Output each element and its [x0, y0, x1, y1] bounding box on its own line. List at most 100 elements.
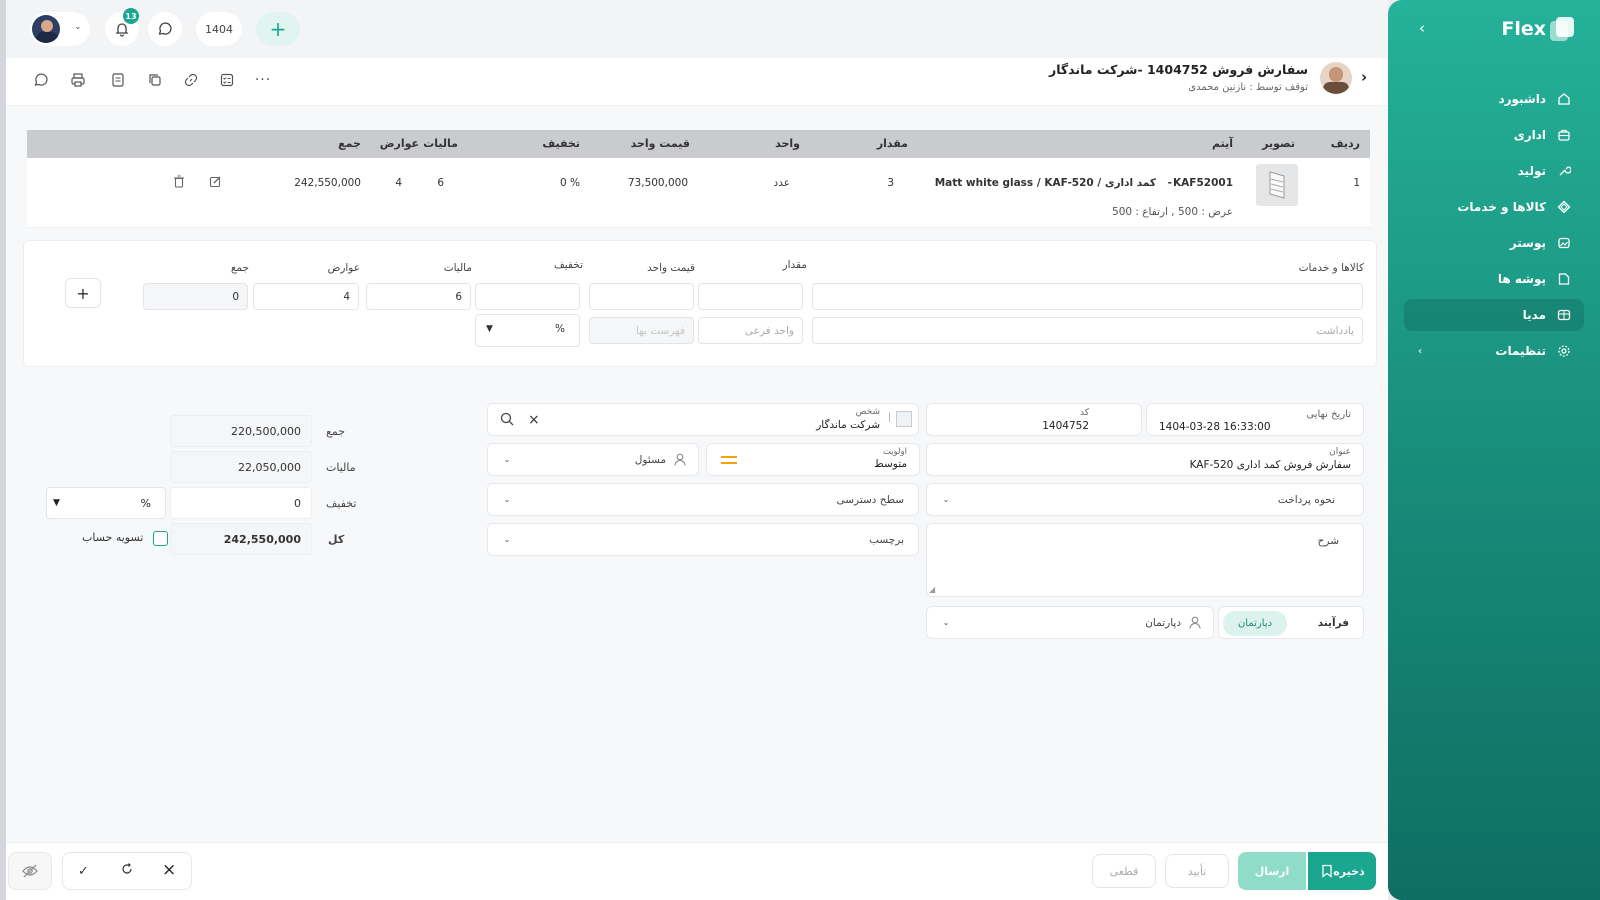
cell-quantity: 3: [887, 177, 894, 189]
sidebar-item-poster[interactable]: پوستر: [1404, 227, 1584, 259]
link-icon[interactable]: [181, 70, 201, 90]
duties-label: عوارض: [327, 262, 360, 274]
quantity-input[interactable]: [698, 283, 803, 310]
due-date-field[interactable]: تاریخ نهایی 1404-03-28 16:33:00: [1146, 403, 1364, 436]
subunit-input[interactable]: واحد فرعی: [698, 317, 803, 344]
chevron-down-icon: ▼: [486, 324, 493, 334]
duties-input[interactable]: 4: [253, 283, 359, 310]
priority-field[interactable]: اولویت متوسط: [706, 443, 920, 476]
plus-icon: +: [269, 17, 287, 41]
invoice-icon[interactable]: [108, 70, 128, 90]
user-menu[interactable]: ⌄: [30, 12, 90, 46]
th-total: جمع: [338, 137, 361, 150]
notifications-button[interactable]: 13: [105, 8, 139, 46]
divider: [889, 412, 890, 422]
close-icon[interactable]: ×: [162, 860, 176, 880]
summary-grand-value: 242,550,000: [170, 523, 312, 555]
user-icon: [674, 453, 686, 469]
person-value: شرکت ماندگار: [816, 419, 880, 431]
person-field[interactable]: شخص شرکت ماندگار ×: [487, 403, 919, 436]
summary-discount-type-select[interactable]: ▼ %: [46, 487, 166, 519]
more-icon[interactable]: ···: [253, 70, 273, 90]
print-icon[interactable]: [68, 70, 88, 90]
summary-tax-label: مالیات: [326, 461, 356, 474]
tab-department[interactable]: دپارتمان: [1223, 611, 1287, 636]
cell-item-dims: عرض : 500 , ارتفاع : 500: [1112, 206, 1233, 218]
sidebar-item-dashboard[interactable]: داشبورد: [1404, 83, 1584, 115]
sidebar: ‹ Flex داشبورد اداری تولید کالاها و خدما…: [1388, 0, 1600, 900]
summary-discount-label: تخفیف: [326, 497, 357, 510]
product-thumbnail: [1256, 164, 1298, 206]
payment-method-value: نحوه پرداخت: [1277, 494, 1335, 506]
chat-icon[interactable]: [31, 70, 51, 90]
brand-logo-icon: [1550, 17, 1574, 41]
note-input[interactable]: یادداشت: [812, 317, 1363, 344]
delete-icon[interactable]: [173, 175, 185, 191]
redo-icon[interactable]: [120, 862, 134, 879]
payment-method-select[interactable]: نحوه پرداخت ⌄: [926, 483, 1364, 516]
sidebar-item-office[interactable]: اداری: [1404, 119, 1584, 151]
settle-checkbox[interactable]: [153, 531, 168, 546]
sidebar-item-products[interactable]: کالاها و خدمات: [1404, 191, 1584, 223]
tag-select[interactable]: برچسب ⌄: [487, 523, 919, 556]
code-field[interactable]: کد 1404752: [926, 403, 1142, 436]
tab-process[interactable]: فرآیند: [1318, 617, 1349, 629]
check-icon[interactable]: ✓: [78, 864, 89, 879]
clear-icon[interactable]: ×: [528, 412, 540, 428]
add-item-button[interactable]: +: [65, 278, 101, 308]
chevron-right-icon[interactable]: ›: [1361, 68, 1367, 86]
tax-input[interactable]: 6: [366, 283, 471, 310]
copy-icon[interactable]: [145, 70, 165, 90]
approve-button[interactable]: تأیید: [1165, 854, 1229, 888]
discount-type-select[interactable]: ▼ %: [475, 314, 580, 347]
responsible-field[interactable]: مسئول ⌄: [487, 443, 699, 476]
priority-value: متوسط: [874, 458, 907, 470]
unit-price-input[interactable]: [589, 283, 694, 310]
send-button[interactable]: ارسال: [1238, 852, 1306, 890]
hide-button[interactable]: [8, 852, 52, 890]
th-tax: مالیات: [423, 137, 458, 150]
summary-discount-input[interactable]: 0: [170, 487, 312, 519]
sidebar-item-label: تولید: [1517, 164, 1546, 178]
eye-off-icon: [22, 864, 38, 878]
cell-total: 242,550,000: [294, 177, 361, 189]
sidebar-item-label: تنظیمات: [1495, 344, 1546, 358]
sidebar-item-media[interactable]: مدیا: [1404, 299, 1584, 331]
sidebar-item-label: پوشه ها: [1497, 272, 1546, 286]
user-icon: [1189, 616, 1201, 632]
year-selector[interactable]: 1404: [196, 12, 242, 46]
sidebar-collapse-icon[interactable]: ‹: [1414, 20, 1430, 36]
final-button[interactable]: قطعی: [1092, 854, 1156, 888]
cell-unit-price: 73,500,000: [627, 177, 688, 189]
edit-icon[interactable]: [209, 175, 222, 191]
chat-button[interactable]: [148, 12, 182, 46]
save-button[interactable]: ذخیره: [1308, 852, 1376, 890]
sidebar-item-production[interactable]: تولید: [1404, 155, 1584, 187]
cell-item-code: KAF52001: [1173, 177, 1233, 189]
sidebar-item-settings[interactable]: تنظیمات ‹: [1404, 335, 1584, 367]
department-select[interactable]: دپارتمان ⌄: [926, 606, 1214, 639]
discount-input[interactable]: [475, 283, 580, 310]
title-field[interactable]: عنوان سفارش فروش کمد اداری KAF-520: [926, 443, 1364, 476]
th-unit: واحد: [775, 137, 800, 150]
save-label: ذخیره: [1333, 864, 1365, 878]
sidebar-item-label: کالاها و خدمات: [1457, 200, 1546, 214]
table-row[interactable]: 1 KAF52001 - Matt white glass / KAF-520 …: [27, 158, 1370, 228]
chevron-down-icon: ⌄: [503, 495, 511, 504]
th-duties: عوارض: [379, 137, 419, 150]
search-icon[interactable]: [500, 412, 514, 429]
sidebar-item-label: داشبورد: [1498, 92, 1546, 106]
creator-avatar: [1320, 62, 1352, 94]
access-level-select[interactable]: سطح دسترسی ⌄: [487, 483, 919, 516]
briefcase-icon: [1556, 127, 1572, 143]
resize-handle-icon[interactable]: ◢: [929, 585, 935, 594]
add-button[interactable]: +: [256, 12, 300, 46]
checklist-icon[interactable]: [217, 70, 237, 90]
goods-label: کالاها و خدمات: [1298, 262, 1364, 274]
description-textarea[interactable]: شرح ◢: [926, 523, 1364, 597]
chat-icon: [158, 22, 172, 35]
person-label: شخص: [855, 407, 880, 417]
goods-input[interactable]: [812, 283, 1363, 310]
sidebar-item-folders[interactable]: پوشه ها: [1404, 263, 1584, 295]
media-icon: [1556, 307, 1572, 323]
